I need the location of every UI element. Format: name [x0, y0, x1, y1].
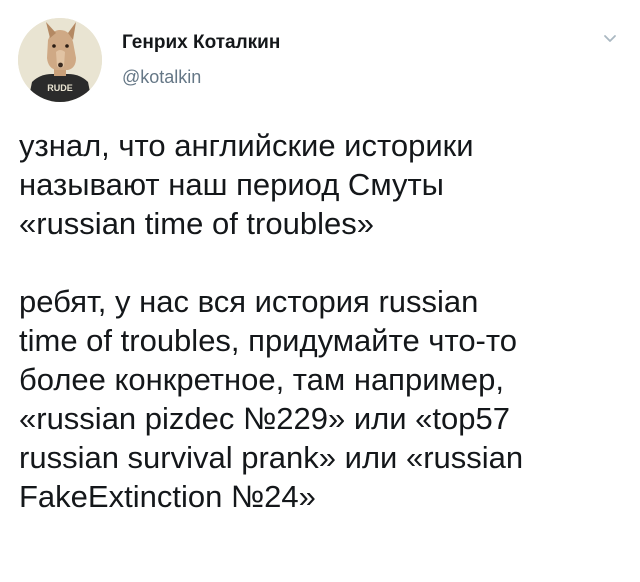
tweet-line: узнал, что английские историки: [19, 128, 474, 163]
author-handle[interactable]: @kotalkin: [122, 66, 280, 88]
tweet-menu-button[interactable]: [600, 32, 620, 46]
tweet-text: узнал, что английские историки называют …: [19, 126, 629, 516]
tweet-line: называют наш период Смуты: [19, 167, 444, 202]
tweet-paragraph: узнал, что английские историки называют …: [19, 126, 629, 243]
tweet-line: «russian time of troubles»: [19, 206, 374, 241]
tweet-card: RUDE Генрих Коталкин @kotalkin узнал, чт…: [0, 0, 640, 582]
tweet-line: более конкретное, там например,: [19, 362, 504, 397]
avatar-shirt-text: RUDE: [47, 83, 73, 93]
tweet-paragraph: ребят, у нас вся история russian time of…: [19, 282, 629, 516]
tweet-line: ребят, у нас вся история russian: [19, 284, 479, 319]
tweet-line: russian survival prank» или «russian: [19, 440, 524, 475]
tweet-line: FakeExtinction №24»: [19, 479, 316, 514]
tweet-line: time of troubles, придумайте что-то: [19, 323, 517, 358]
chevron-down-icon: [604, 35, 616, 42]
user-info: Генрих Коталкин @kotalkin: [122, 31, 280, 88]
avatar[interactable]: RUDE: [18, 18, 102, 102]
dog-avatar-icon: RUDE: [18, 18, 102, 102]
author-display-name[interactable]: Генрих Коталкин: [122, 31, 280, 55]
tweet-line: «russian pizdec №229» или «top57: [19, 401, 510, 436]
